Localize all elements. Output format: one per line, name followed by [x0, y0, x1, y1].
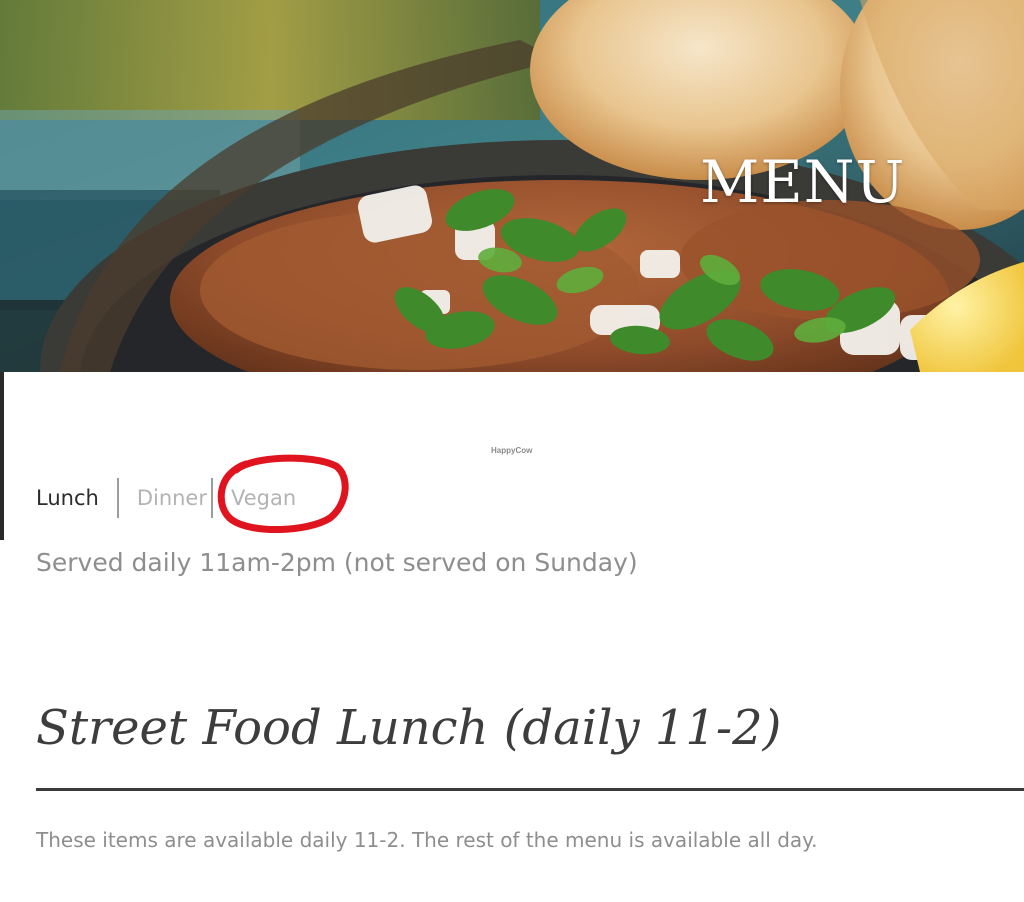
section-divider [36, 788, 1024, 791]
hero-title: MENU [700, 148, 906, 216]
left-edge-rule [0, 372, 4, 540]
tab-lunch[interactable]: Lunch [36, 478, 99, 518]
happycow-watermark: HappyCow [491, 446, 533, 455]
tab-separator [116, 478, 119, 518]
menu-page: MENU HappyCow Lunch Dinner Vegan Served … [0, 0, 1024, 902]
hero-banner: MENU [0, 0, 1024, 372]
served-hours-text: Served daily 11am-2pm (not served on Sun… [36, 548, 638, 577]
tab-dinner[interactable]: Dinner [137, 478, 207, 518]
annotation-circle [217, 454, 349, 534]
section-title: Street Food Lunch (daily 11-2) [36, 700, 782, 756]
section-description: These items are available daily 11-2. Th… [36, 828, 818, 852]
